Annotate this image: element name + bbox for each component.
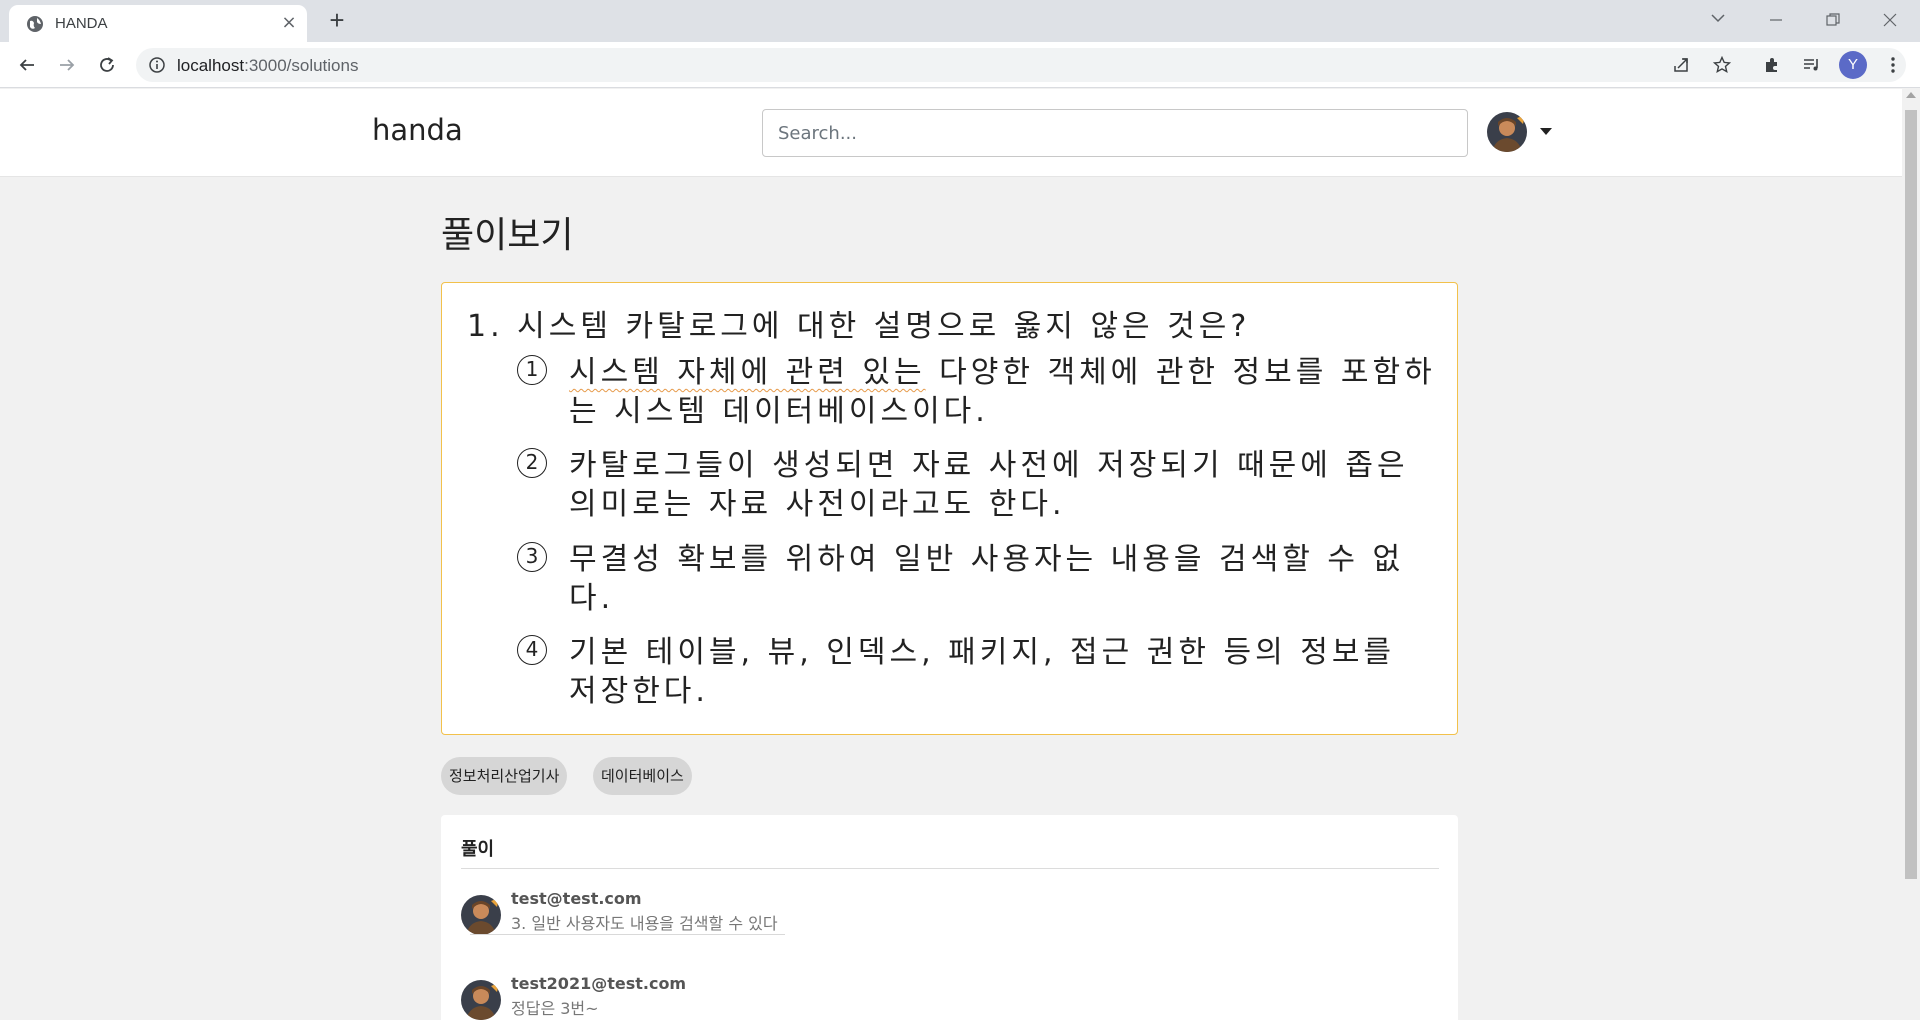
bookmark-star-icon[interactable] [1709,52,1735,78]
share-icon[interactable] [1668,52,1694,78]
more-menu-icon[interactable] [1880,52,1906,78]
address-url: localhost:3000/solutions [177,56,358,76]
tab-title: HANDA [55,15,108,32]
option-text-underlined: 시스템 자체에 관련 있는 [569,355,926,390]
option-number: 2 [517,448,547,478]
option-text: 무결성 확보를 위하여 일반 사용자는 내용을 검색할 수 없다. [569,542,1405,616]
tab-close-icon[interactable]: × [279,13,299,33]
option-text: 카탈로그들이 생성되면 자료 사전에 저장되기 때문에 좁은 의미로는 자료 사… [569,448,1409,522]
browser-tab-strip: HANDA × + [0,0,1920,42]
browser-toolbar: localhost:3000/solutions Y [0,42,1920,88]
brand-logo[interactable]: handa [372,113,463,147]
globe-icon [26,15,44,33]
search-input[interactable] [762,109,1468,157]
extensions-puzzle-icon[interactable] [1759,52,1785,78]
forward-arrow-icon[interactable] [54,52,80,78]
minimize-button[interactable] [1756,6,1796,34]
site-info-icon[interactable] [148,56,166,78]
tag-chip[interactable]: 정보처리산업기사 [441,757,568,795]
page-content: handa 풀이보기 1. 시스템 카탈로그에 대한 설명으로 옳지 않은 것은… [0,89,1902,1020]
avatar [461,895,501,935]
divider [461,868,1439,869]
new-tab-button[interactable]: + [322,7,352,34]
media-queue-icon[interactable] [1799,52,1825,78]
solutions-panel: 풀이 test@test.com 3. 일반 사용자도 내용을 검색할 수 있다 [441,815,1458,1020]
option-number: 3 [517,542,547,572]
browser-tab[interactable]: HANDA × [9,5,307,42]
restore-button[interactable] [1813,6,1853,34]
tab-search-icon[interactable] [1698,6,1738,34]
reload-icon[interactable] [94,52,120,78]
comment-divider [470,934,785,935]
comment-text: 3. 일반 사용자도 내용을 검색할 수 있다 [511,914,778,933]
close-window-button[interactable] [1870,6,1910,34]
address-bar[interactable]: localhost:3000/solutions [136,48,1906,82]
user-avatar[interactable] [1487,112,1527,152]
url-path: :3000/solutions [244,56,359,75]
page-scrollbar[interactable] [1902,88,1920,1020]
option-text: 기본 테이블, 뷰, 인덱스, 패키지, 접근 권한 등의 정보를 저장한다. [569,635,1396,709]
page-title: 풀이보기 [441,215,574,256]
question-stem: 1. 시스템 카탈로그에 대한 설명으로 옳지 않은 것은? [467,309,1251,344]
back-arrow-icon[interactable] [14,52,40,78]
question-card: 1. 시스템 카탈로그에 대한 설명으로 옳지 않은 것은? 1 시스템 자체에… [441,282,1458,735]
profile-avatar[interactable]: Y [1839,51,1867,79]
solution-comment: test@test.com 3. 일반 사용자도 내용을 검색할 수 있다 [461,889,1061,949]
user-menu-caret-icon[interactable] [1540,128,1552,135]
scroll-up-arrow-icon[interactable] [1906,92,1916,98]
comment-author: test2021@test.com [511,974,687,993]
url-host: localhost [177,56,245,75]
tag-chip[interactable]: 데이터베이스 [593,757,692,795]
site-navbar: handa [0,89,1902,177]
option-text: 시스템 자체에 관련 있는 다양한 객체에 관한 정보를 포함하는 시스템 데이… [569,353,1439,431]
solution-comment: test2021@test.com 정답은 3번~ [461,974,1061,1020]
scrollbar-thumb[interactable] [1905,110,1917,879]
option-number: 1 [517,355,547,385]
solutions-title: 풀이 [461,839,495,860]
option-number: 4 [517,635,547,665]
comment-author: test@test.com [511,889,642,908]
comment-text: 정답은 3번~ [511,999,599,1018]
avatar [461,980,501,1020]
